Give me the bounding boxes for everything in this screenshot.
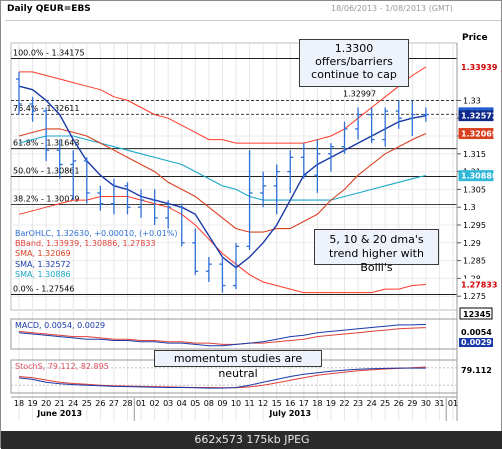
legend-entry: SMA, 1.32572 [15,259,71,269]
x-tick-label: 24 [68,399,78,408]
price-marker-text: 1.33939 [461,63,498,72]
price-marker-text: 1.32069 [461,130,498,139]
fib-label: 50.0% - 1.30861 [13,167,79,176]
legend-entry: SMA, 1.32069 [15,249,71,259]
x-tick-label: 08 [204,399,214,408]
stoch-value: 79.112 [461,366,492,375]
price-tick-label: 1.33 [463,96,481,105]
counter-box-text: 12345 [463,310,491,319]
x-tick-label: 23 [353,399,363,408]
momentum-callout: momentum studies are neutral [154,350,322,380]
month-label: July 2013 [268,409,311,418]
stoch-label: StochS, 79.112, 82.895 [15,362,109,371]
x-tick-label: 01 [448,399,458,408]
price-axis: 1.331.3251.321.3151.311.3051.31.2951.291… [456,43,498,421]
price-tick-label: 1.305 [463,185,486,194]
x-tick-label: 26 [95,399,105,408]
price-tick-label: 1.315 [463,150,486,159]
x-tick-label: 05 [190,399,200,408]
chart-window: Daily QEUR=EBS 18/06/2013 - 1/08/2013 (G… [0,0,502,449]
fib-label: 38.2% - 1.30079 [13,194,79,203]
x-tick-label: 21 [55,399,65,408]
month-label: June 2013 [36,409,82,418]
x-tick-label: 03 [163,399,173,408]
macd-label: MACD, 0.0054, 0.0029 [15,321,105,330]
x-tick-label: 18 [312,399,322,408]
dma-callout: 5, 10 & 20 dma's trend higher with Bolli… [314,229,439,274]
x-tick-label: 25 [82,399,92,408]
x-tick-label: 17 [299,399,309,408]
offers-callout: 1.3300 offers/barriers continue to cap [299,39,409,87]
legend-entry: BarOHLC, 1.32630, +0.00010, (+0.01%) [15,229,178,238]
macd-signal-value: 0.0029 [461,338,492,347]
price-tick-label: 1.275 [463,292,486,301]
legend-entry: SMA, 1.30886 [15,269,71,279]
x-tick-label: 04 [177,399,187,408]
x-tick-label: 02 [150,399,160,408]
price-tick-label: 1.29 [463,239,481,248]
x-tick-label: 30 [421,399,431,408]
resistance-label: 1.32997 [343,89,376,98]
legend-entry: BBand, 1.33939, 1.30886, 1.27833 [15,239,156,249]
x-tick-label: 19 [326,399,336,408]
x-tick-label: 31 [434,399,444,408]
chart-legend: BarOHLC, 1.32630, +0.00010, (+0.01%) BBa… [15,229,178,280]
price-tick-label: 1.3 [463,203,476,212]
x-tick-label: 16 [285,399,295,408]
fib-label: 0.0% - 1.27546 [13,285,74,294]
x-tick-label: 28 [122,399,132,408]
x-tick-label: 24 [367,399,377,408]
x-tick-label: 10 [231,399,241,408]
x-tick-label: 20 [41,399,51,408]
price-tick-label: 1.295 [463,221,486,230]
price-marker-text: 1.32572 [461,112,497,121]
x-tick-label: 18 [14,399,24,408]
x-tick-label: 25 [380,399,390,408]
price-tick-label: 1.285 [463,257,486,266]
price-marker-text: 1.27833 [461,280,497,289]
image-info-footer: 662x573 175kb JPEG [1,431,502,449]
x-tick-label: 19 [27,399,37,408]
x-tick-label: 01 [136,399,146,408]
x-tick-label: 29 [407,399,417,408]
x-tick-label: 09 [217,399,227,408]
fib-label: 100.0% - 1.34175 [13,49,85,58]
x-tick-label: 12 [258,399,268,408]
x-tick-label: 22 [339,399,349,408]
x-tick-label: 27 [109,399,119,408]
x-tick-label: 11 [244,399,254,408]
macd-value: 0.0054 [461,328,492,337]
macd-panel: MACD, 0.0054, 0.0029 0.00540.0029 [10,318,493,350]
x-tick-label: 15 [272,399,282,408]
x-tick-label: 26 [394,399,404,408]
price-marker-text: 1.30886 [461,172,498,181]
x-axis: 18 19 20 21 24 25 26 27 28 01 02 03 04 05 08 09 10 11 12 15… [11,396,458,421]
